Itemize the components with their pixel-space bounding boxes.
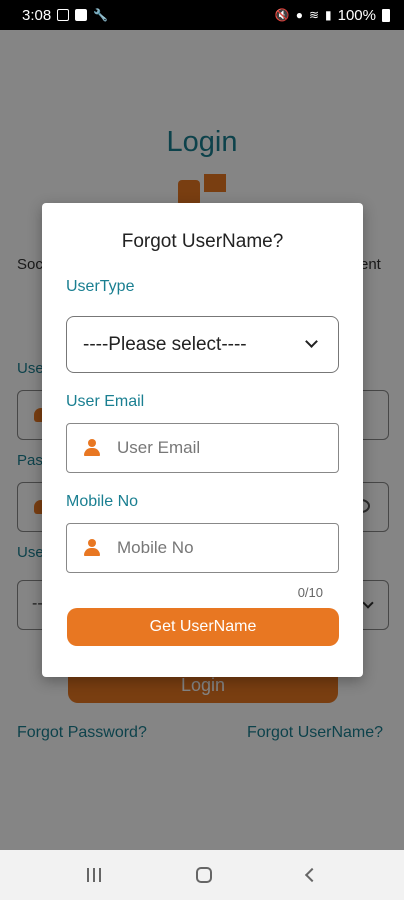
clock: 3:08 (22, 6, 52, 24)
home-icon[interactable] (195, 867, 212, 883)
wrench-icon: 🔧 (93, 8, 109, 22)
mute-icon: 🔇 (274, 8, 290, 22)
battery-text: 100% (337, 6, 376, 24)
usertype-select-value: ----Please select---- (83, 333, 247, 355)
gallery-icon (57, 9, 70, 21)
status-right: 🔇 ● ≋ ▮ 100% (275, 7, 390, 24)
status-bar: 3:08 🔧 🔇 ● ≋ ▮ 100% (0, 0, 404, 30)
recent-apps-icon[interactable] (87, 868, 102, 882)
forgot-username-dialog: Forgot UserName? UserType ----Please sel… (42, 203, 363, 677)
status-left: 3:08 🔧 (22, 7, 108, 24)
email-input[interactable] (117, 438, 317, 458)
location-icon: ● (295, 8, 303, 22)
get-username-button[interactable]: Get UserName (67, 608, 339, 646)
usertype-select[interactable]: ----Please select---- (66, 316, 339, 373)
usertype-label: UserType (66, 278, 135, 295)
email-label: User Email (66, 393, 145, 410)
dialog-title: Forgot UserName? (121, 231, 284, 252)
mobile-char-counter: 0/10 (297, 585, 323, 600)
wifi-icon: ≋ (308, 8, 320, 22)
mobile-label: Mobile No (66, 493, 139, 510)
email-field[interactable] (66, 423, 339, 473)
mobile-field[interactable] (66, 523, 339, 573)
battery-icon (382, 8, 390, 22)
chevron-down-icon (305, 335, 318, 348)
signal-icon: ▮ (325, 8, 332, 22)
mobile-input[interactable] (117, 538, 317, 558)
person-icon (83, 439, 101, 457)
back-icon[interactable] (304, 867, 319, 883)
system-nav-bar (0, 850, 404, 900)
person-icon (83, 539, 101, 557)
check-icon (75, 9, 88, 21)
